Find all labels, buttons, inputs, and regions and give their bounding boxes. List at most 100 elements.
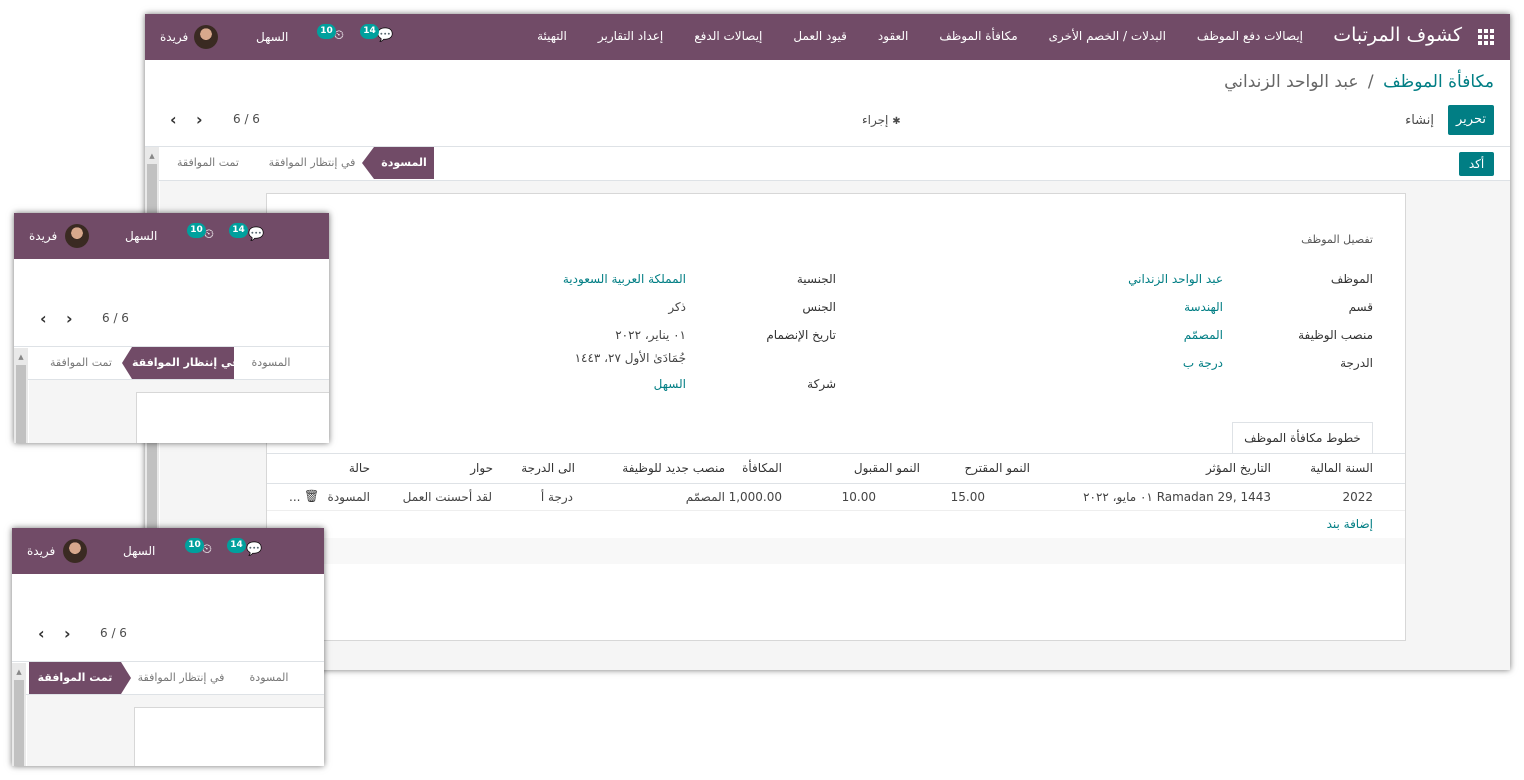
edit-button[interactable]: تحرير bbox=[1448, 105, 1494, 135]
field-employee[interactable]: عبد الواحد الزنداني bbox=[1128, 272, 1223, 286]
cell-more[interactable]: ... bbox=[289, 490, 300, 504]
navbar-systray: فريدة السهل ⏲ 10 💬 14 bbox=[14, 213, 314, 259]
breadcrumb-parent[interactable]: مكافأة الموظف bbox=[1383, 72, 1494, 92]
th-to-grade[interactable]: الى الدرجة bbox=[521, 461, 575, 475]
label-join-date: تاريخ الإنضمام bbox=[766, 328, 836, 342]
chat-icon[interactable]: 💬 bbox=[246, 542, 262, 558]
stage-waiting[interactable]: في إنتظار الموافقة bbox=[257, 147, 367, 179]
pager-prev-icon[interactable]: ‹ bbox=[170, 112, 177, 128]
action-button[interactable]: ✱ إجراء bbox=[862, 113, 901, 127]
th-proposed-growth[interactable]: النمو المقترح bbox=[964, 461, 1030, 475]
pager-next-icon[interactable]: › bbox=[64, 626, 71, 642]
cell-to-grade: درجة أ bbox=[540, 490, 573, 504]
company-switcher[interactable]: السهل bbox=[125, 229, 157, 243]
field-job[interactable]: المصمّم bbox=[1184, 328, 1223, 342]
empty-row bbox=[267, 538, 1405, 564]
stage-waiting[interactable]: في إنتظار الموافقة bbox=[122, 347, 239, 379]
menu-payslips[interactable]: إيصالات الدفع bbox=[694, 29, 762, 43]
th-fiscal-year[interactable]: السنة المالية bbox=[1310, 461, 1373, 475]
pager-next-icon[interactable]: › bbox=[66, 311, 73, 327]
stage-draft[interactable]: المسودة bbox=[362, 147, 434, 179]
menu-work-entries[interactable]: قيود العمل bbox=[793, 29, 847, 43]
scrollbar-thumb[interactable] bbox=[16, 365, 26, 443]
th-state[interactable]: حالة bbox=[349, 461, 370, 475]
navbar-systray: فريدة السهل ⏲ 10 💬 14 bbox=[145, 14, 445, 60]
stage-approved[interactable]: تمت الموافقة bbox=[165, 147, 251, 179]
scroll-up-icon[interactable]: ▲ bbox=[14, 667, 24, 677]
field-grade[interactable]: درجة ب bbox=[1183, 356, 1223, 370]
field-gender: ذكر bbox=[668, 300, 686, 314]
main-window: كشوف المرتبات إيصالات دفع الموظف البدلات… bbox=[145, 14, 1510, 670]
tab-reward-lines[interactable]: خطوط مكافأة الموظف bbox=[1232, 422, 1373, 454]
field-nationality[interactable]: المملكة العربية السعودية bbox=[563, 272, 686, 286]
scroll-up-icon[interactable]: ▲ bbox=[147, 151, 157, 161]
stage-draft[interactable]: المسودة bbox=[244, 347, 298, 379]
gear-icon: ✱ bbox=[892, 116, 901, 127]
apps-menu-icon[interactable] bbox=[1478, 29, 1494, 45]
menu-configuration[interactable]: التهيئة bbox=[537, 29, 567, 43]
label-gender: الجنس bbox=[802, 300, 836, 314]
menu-employee-reward[interactable]: مكافأة الموظف bbox=[939, 29, 1017, 43]
navbar-systray: فريدة السهل ⏲ 10 💬 14 bbox=[12, 528, 312, 574]
tab-border bbox=[267, 453, 1405, 454]
chat-icon[interactable]: 💬 bbox=[377, 28, 393, 44]
user-name[interactable]: فريدة bbox=[27, 544, 55, 558]
user-name[interactable]: فريدة bbox=[160, 30, 188, 44]
company-switcher[interactable]: السهل bbox=[123, 544, 155, 558]
menu-contracts[interactable]: العقود bbox=[878, 29, 908, 43]
chat-icon[interactable]: 💬 bbox=[248, 227, 264, 243]
stage-draft[interactable]: المسودة bbox=[242, 662, 296, 694]
user-name[interactable]: فريدة bbox=[29, 229, 57, 243]
menu-employee-payslips[interactable]: إيصالات دفع الموظف bbox=[1197, 29, 1303, 43]
messages-badge: 14 bbox=[229, 223, 248, 238]
field-company[interactable]: السهل bbox=[654, 377, 686, 391]
user-avatar[interactable] bbox=[65, 224, 89, 248]
th-reward[interactable]: المكافأة bbox=[742, 461, 782, 475]
menu-reporting[interactable]: إعداد التقارير bbox=[598, 29, 663, 43]
pager-next-icon[interactable]: › bbox=[196, 112, 203, 128]
action-label: إجراء bbox=[862, 113, 889, 127]
company-switcher[interactable]: السهل bbox=[256, 30, 288, 44]
messages-badge: 14 bbox=[227, 538, 246, 553]
stage-approved[interactable]: تمت الموافقة bbox=[29, 662, 131, 694]
pager-value[interactable]: 6 / 6 bbox=[233, 112, 260, 126]
main-menu: إيصالات دفع الموظف البدلات / الخصم الأخر… bbox=[506, 29, 1303, 43]
confirm-button[interactable]: أكد bbox=[1459, 152, 1494, 176]
pager-prev-icon[interactable]: ‹ bbox=[40, 311, 47, 327]
zoom-panel-approved: فريدة السهل ⏲ 10 💬 14 6 / 6 › ‹ المسودة … bbox=[12, 528, 324, 766]
stage-approved-label: تمت الموافقة bbox=[37, 671, 113, 684]
stage-approved[interactable]: تمت الموافقة bbox=[38, 347, 124, 379]
th-effective-date[interactable]: التاريخ المؤثر bbox=[1206, 461, 1271, 475]
label-job: منصب الوظيفة bbox=[1298, 328, 1373, 342]
cell-new-job: المصمّم bbox=[685, 490, 725, 504]
app-brand[interactable]: كشوف المرتبات bbox=[1333, 24, 1462, 46]
label-grade: الدرجة bbox=[1340, 356, 1373, 370]
row-border bbox=[267, 510, 1405, 511]
create-button[interactable]: إنشاء bbox=[1405, 113, 1434, 128]
breadcrumb: مكافأة الموظف / عبد الواحد الزنداني bbox=[1224, 72, 1494, 92]
field-join-date: ٠١ يناير، ٢٠٢٢ bbox=[615, 328, 686, 342]
top-navbar: كشوف المرتبات إيصالات دفع الموظف البدلات… bbox=[145, 14, 1510, 60]
menu-allowances-deductions[interactable]: البدلات / الخصم الأخرى bbox=[1049, 29, 1166, 43]
top-navbar: فريدة السهل ⏲ 10 💬 14 bbox=[14, 213, 329, 259]
th-new-job[interactable]: منصب جديد للوظيفة bbox=[622, 461, 725, 475]
cell-reward: 1,000.00 bbox=[728, 490, 782, 504]
trash-icon[interactable]: 🗑 bbox=[304, 489, 319, 503]
breadcrumb-current: عبد الواحد الزنداني bbox=[1224, 72, 1359, 92]
pager-value[interactable]: 6 / 6 bbox=[102, 311, 129, 325]
pager-prev-icon[interactable]: ‹ bbox=[38, 626, 45, 642]
cell-fiscal-year: 2022 bbox=[1342, 490, 1373, 504]
pager-value[interactable]: 6 / 6 bbox=[100, 626, 127, 640]
top-navbar: فريدة السهل ⏲ 10 💬 14 bbox=[12, 528, 324, 574]
user-avatar[interactable] bbox=[63, 539, 87, 563]
th-dialog[interactable]: حوار bbox=[470, 461, 493, 475]
activities-badge: 10 bbox=[185, 538, 204, 553]
add-line-link[interactable]: إضافة بند bbox=[1327, 517, 1373, 531]
scroll-up-icon[interactable]: ▲ bbox=[16, 352, 26, 362]
field-department[interactable]: الهندسة bbox=[1184, 300, 1223, 314]
stage-waiting[interactable]: في إنتظار الموافقة bbox=[130, 662, 232, 694]
th-accepted-growth[interactable]: النمو المقبول bbox=[854, 461, 920, 475]
cell-state: المسودة bbox=[327, 490, 370, 504]
scrollbar-thumb[interactable] bbox=[14, 680, 24, 766]
user-avatar[interactable] bbox=[194, 25, 218, 49]
